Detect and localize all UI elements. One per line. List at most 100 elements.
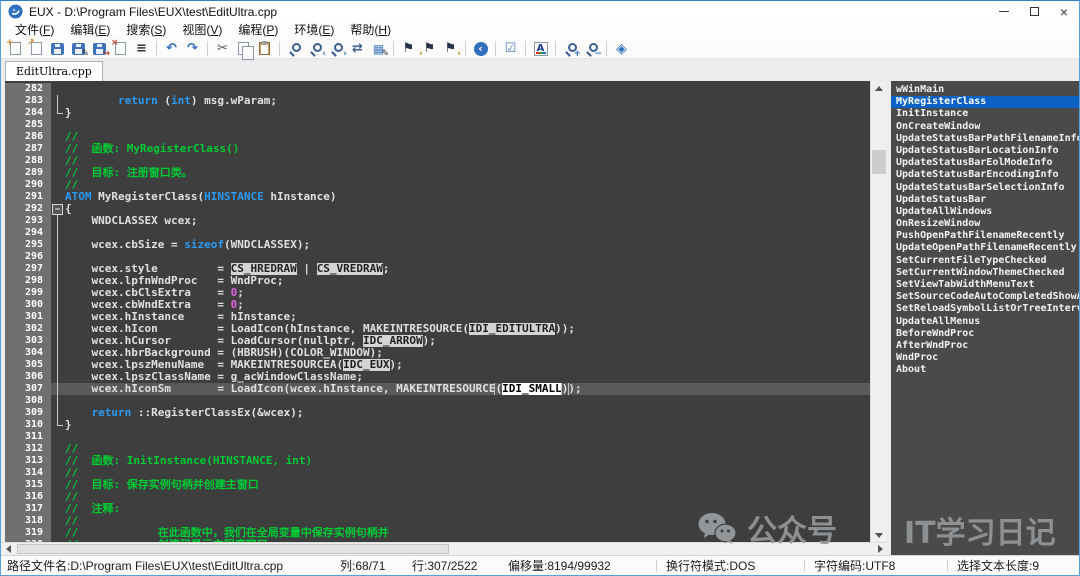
go-back-icon[interactable]: ‹ [470,40,491,58]
menu-view[interactable]: 视图(V) [174,22,230,39]
line-number[interactable]: 316 [5,491,51,503]
code-line[interactable]: 286// [5,131,870,143]
code-line[interactable]: 302 wcex.hIcon = LoadIcon(hInstance, MAK… [5,323,870,335]
code-line[interactable]: 298 wcex.lpfnWndProc = WndProc; [5,275,870,287]
menu-edit[interactable]: 编辑(E) [62,22,118,39]
code-line[interactable]: 297 wcex.style = CS_HREDRAW | CS_VREDRAW… [5,263,870,275]
menu-file[interactable]: 文件(F) [7,22,62,39]
save-all-icon[interactable]: → [89,40,110,58]
scroll-up-button[interactable] [871,81,887,95]
code-line[interactable]: 299 wcex.cbClsExtra = 0; [5,287,870,299]
symbol-item[interactable]: OnCreateWindow [891,121,1079,133]
code-line[interactable]: 307 wcex.hIconSm = LoadIcon(wcex.hInstan… [5,383,870,395]
code-line[interactable]: 300 wcex.cbWndExtra = 0; [5,299,870,311]
symbol-item[interactable]: UpdateStatusBar [891,194,1079,206]
symbol-item[interactable]: PushOpenPathFilenameRecently [891,230,1079,242]
line-number[interactable]: 304 [5,347,51,359]
code-line[interactable]: 287// 函数: MyRegisterClass() [5,143,870,155]
close-button[interactable]: × [1049,1,1079,22]
line-number[interactable]: 308 [5,395,51,407]
code-line[interactable]: 313// 函数: InitInstance(HINSTANCE, int) [5,455,870,467]
menu-help[interactable]: 帮助(H) [342,22,399,39]
symbol-item[interactable]: UpdateAllMenus [891,316,1079,328]
line-number[interactable]: 310 [5,419,51,431]
symbol-item[interactable]: BeforeWndProc [891,328,1079,340]
editor-horizontal-scrollbar[interactable] [1,542,887,555]
line-number[interactable]: 298 [5,275,51,287]
symbol-item[interactable]: UpdateStatusBarPathFilenameInfo [891,133,1079,145]
line-number[interactable]: 302 [5,323,51,335]
menu-environment[interactable]: 环境(E) [286,22,342,39]
replace-in-files-icon[interactable]: ▦✎ [368,40,389,58]
maximize-button[interactable] [1019,1,1049,22]
menu-search[interactable]: 搜索(S) [118,22,174,39]
line-number[interactable]: 284 [5,107,51,119]
symbol-item[interactable]: OnResizeWindow [891,218,1079,230]
symbol-item[interactable]: UpdateStatusBarLocationInfo [891,145,1079,157]
file-list-icon[interactable]: ≡ [131,40,152,58]
line-number[interactable]: 289 [5,167,51,179]
paste-icon[interactable] [254,40,275,58]
cut-icon[interactable]: ✂ [212,40,233,58]
line-number[interactable]: 313 [5,455,51,467]
undo-icon[interactable]: ↶ [161,40,182,58]
symbol-item[interactable]: AfterWndProc [891,340,1079,352]
save-as-icon[interactable]: ✎ [68,40,89,58]
line-number[interactable]: 288 [5,155,51,167]
line-number[interactable]: 314 [5,467,51,479]
line-number[interactable]: 307 [5,383,51,395]
scroll-down-button[interactable] [871,528,887,542]
line-number[interactable]: 290 [5,179,51,191]
code-line[interactable]: 301 wcex.hInstance = hInstance; [5,311,870,323]
symbol-item[interactable]: UpdateAllWindows [891,206,1079,218]
line-number[interactable]: 297 [5,263,51,275]
line-number[interactable]: 287 [5,143,51,155]
code-line[interactable]: 312// [5,443,870,455]
line-number[interactable]: 291 [5,191,51,203]
code-line[interactable]: 295 wcex.cbSize = sizeof(WNDCLASSEX); [5,239,870,251]
code-line[interactable]: 315// 目标: 保存实例句柄并创建主窗口 [5,479,870,491]
symbol-item[interactable]: SetCurrentFileTypeChecked [891,255,1079,267]
close-file-icon[interactable]: × [110,40,131,58]
code-line[interactable]: 309 return ::RegisterClassEx(&wcex); [5,407,870,419]
line-number[interactable]: 301 [5,311,51,323]
line-number[interactable]: 315 [5,479,51,491]
code-line[interactable]: 288// [5,155,870,167]
line-number[interactable]: 286 [5,131,51,143]
code-line[interactable]: 317// 注释: [5,503,870,515]
symbol-item[interactable]: UpdateStatusBarEncodingInfo [891,169,1079,181]
about-icon[interactable]: ◈ [611,40,632,58]
symbol-item[interactable]: SetCurrentWindowThemeChecked [891,267,1079,279]
find-icon[interactable] [284,40,305,58]
code-line[interactable]: 294 [5,227,870,239]
symbol-item[interactable]: UpdateOpenPathFilenameRecently [891,242,1079,254]
vertical-scroll-thumb[interactable] [872,150,886,174]
code-editor[interactable]: 282283 return (int) msg.wParam;284}28528… [1,81,870,542]
new-file-icon[interactable]: + [5,40,26,58]
bookmark-prev-icon[interactable]: ⚑‹ [419,40,440,58]
line-number[interactable]: 306 [5,371,51,383]
code-line[interactable]: 308 [5,395,870,407]
scroll-right-button[interactable] [873,543,887,555]
code-line[interactable]: 303 wcex.hCursor = LoadCursor(nullptr, I… [5,335,870,347]
line-number[interactable]: 312 [5,443,51,455]
vertical-scroll-track[interactable] [871,95,887,528]
copy-icon[interactable] [233,40,254,58]
symbol-item[interactable]: UpdateStatusBarSelectionInfo [891,182,1079,194]
line-number[interactable]: 283 [5,95,51,107]
code-line[interactable]: 290// [5,179,870,191]
line-number[interactable]: 295 [5,239,51,251]
line-number[interactable]: 305 [5,359,51,371]
code-line[interactable]: 285 [5,119,870,131]
line-number[interactable]: 318 [5,515,51,527]
line-number[interactable]: 282 [5,83,51,95]
zoom-in-icon[interactable]: + [560,40,581,58]
code-line[interactable]: 310} [5,419,870,431]
redo-icon[interactable]: ↷ [182,40,203,58]
todo-list-icon[interactable]: ☑ [500,40,521,58]
bookmark-icon[interactable]: ⚑ [398,40,419,58]
line-number[interactable]: 296 [5,251,51,263]
code-line[interactable]: 311 [5,431,870,443]
scroll-left-button[interactable] [1,543,15,555]
symbol-item[interactable]: MyRegisterClass [891,96,1079,108]
